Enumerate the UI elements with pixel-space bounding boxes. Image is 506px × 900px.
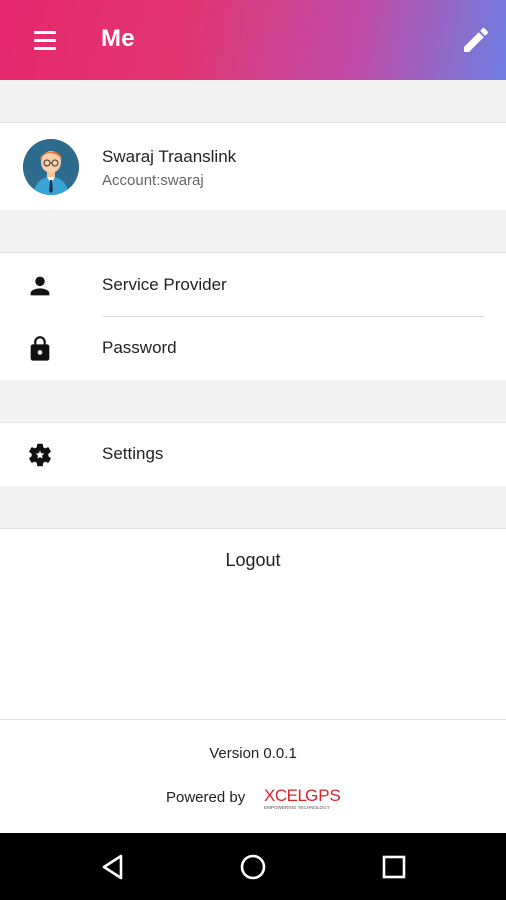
home-circle-icon[interactable] <box>237 851 269 883</box>
menu-item-label: Settings <box>102 444 164 463</box>
person-icon <box>30 276 50 296</box>
powered-by-text: Powered by <box>166 789 246 806</box>
account-menu-section: Service Provider Password <box>0 252 506 380</box>
logo-accent-text: GPS <box>305 786 341 805</box>
section-gap <box>0 80 506 122</box>
recents-square-icon[interactable] <box>378 851 410 883</box>
xcel-gps-logo: XCEL GPS EMPOWERING TECHNOLOGY <box>264 786 341 810</box>
footer: Version 0.0.1 Powered by XCEL GPS EMPOWE… <box>0 719 506 833</box>
profile-card[interactable]: Swaraj Traanslink Account:swaraj <box>0 122 506 210</box>
section-gap <box>0 380 506 422</box>
settings-section: Settings <box>0 422 506 486</box>
app-screen: Me Swaraj Traanslink Account:swaraj Serv… <box>0 0 506 900</box>
menu-item-password[interactable]: Password <box>0 317 506 380</box>
menu-item-service-provider[interactable]: Service Provider <box>0 254 506 317</box>
profile-name: Swaraj Traanslink <box>102 147 237 166</box>
logout-button[interactable]: Logout <box>0 545 506 575</box>
logo-main-text: XCEL <box>264 786 306 805</box>
logout-section: Logout <box>0 528 506 720</box>
section-gap <box>0 210 506 252</box>
user-avatar-icon <box>23 139 79 195</box>
logo-tagline-text: EMPOWERING TECHNOLOGY <box>264 805 330 810</box>
back-triangle-icon[interactable] <box>98 851 130 883</box>
menu-item-label: Service Provider <box>102 275 227 294</box>
version-text: Version 0.0.1 <box>209 745 297 762</box>
system-navigation-bar <box>0 833 506 900</box>
settings-gear-icon <box>29 443 51 467</box>
pencil-edit-icon[interactable] <box>460 24 492 56</box>
menu-item-settings[interactable]: Settings <box>0 423 506 486</box>
app-bar: Me <box>0 0 506 80</box>
page-title: Me <box>101 25 135 52</box>
hamburger-menu-icon[interactable] <box>28 26 62 54</box>
menu-item-label: Password <box>102 338 177 357</box>
lock-icon <box>30 336 50 361</box>
section-gap <box>0 486 506 528</box>
profile-account: Account:swaraj <box>102 172 204 189</box>
